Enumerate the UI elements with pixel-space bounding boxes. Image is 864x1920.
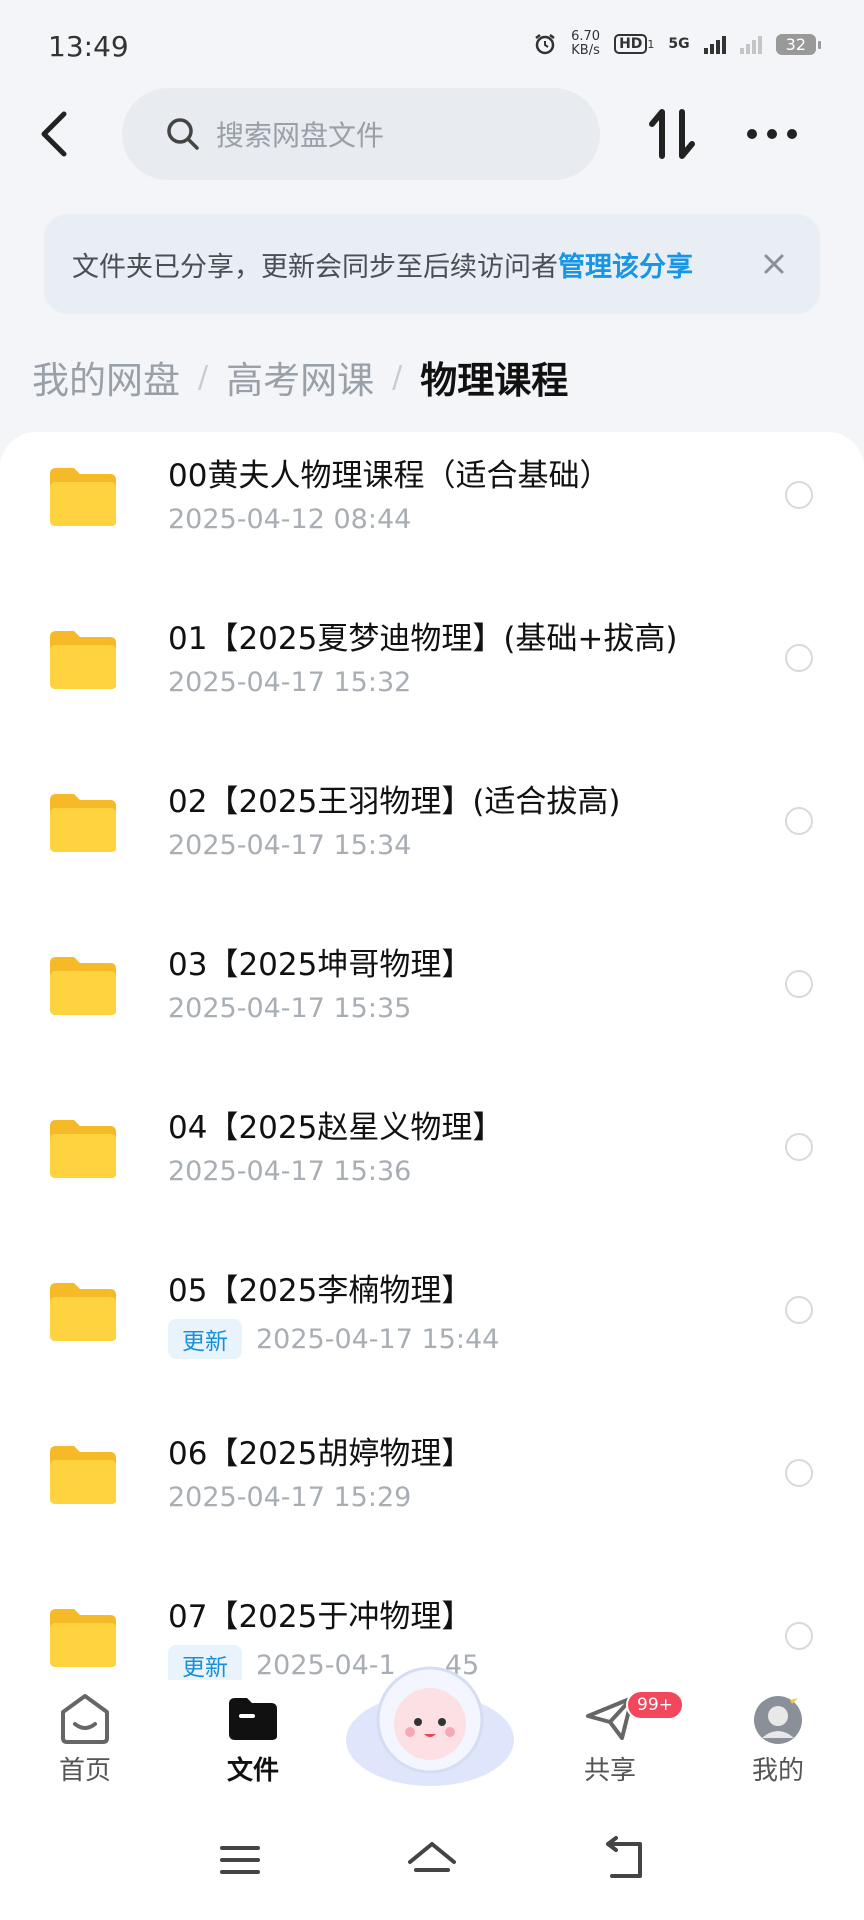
breadcrumb-separator: /	[198, 359, 209, 395]
file-row[interactable]: 02【2025王羽物理】(适合拔高) 2025-04-17 15:34	[0, 758, 864, 921]
folder-icon	[50, 1446, 116, 1504]
menu-icon[interactable]	[210, 1830, 270, 1890]
hd-label: HD	[614, 34, 648, 54]
status-time: 13:49	[48, 30, 129, 63]
update-tag: 更新	[168, 1645, 242, 1680]
file-meta: 更新 2025-04-17 15:44	[168, 1319, 499, 1359]
folder-icon	[50, 794, 116, 852]
select-checkbox[interactable]	[785, 644, 813, 672]
update-tag: 更新	[168, 1319, 242, 1359]
tab-files-label: 文件	[226, 1756, 279, 1786]
file-row[interactable]: 04【2025赵星义物理】 2025-04-17 15:36	[0, 1084, 864, 1247]
banner-text: 文件夹已分享，更新会同步至后续访问者	[72, 251, 558, 283]
file-name: 06【2025胡婷物理】	[168, 1436, 473, 1472]
back-nav-icon[interactable]	[594, 1830, 654, 1890]
home-icon	[61, 1694, 109, 1744]
hd-indicator: HD 1	[614, 34, 655, 54]
back-icon[interactable]	[28, 104, 82, 164]
file-date: 2025-04-17 15:44	[256, 1323, 500, 1355]
file-date: 2025-04-17 15:35	[168, 993, 412, 1024]
speed-value: 6.70	[571, 29, 601, 44]
select-checkbox[interactable]	[785, 970, 813, 998]
select-checkbox[interactable]	[785, 1622, 813, 1650]
status-icons: 6.70 KB/s HD 1 5G 32	[533, 30, 822, 58]
search-placeholder: 搜索网盘文件	[216, 119, 385, 152]
search-input[interactable]: 搜索网盘文件	[122, 88, 600, 180]
file-date: 2025-04-17 15:36	[168, 1156, 412, 1187]
file-meta: 2025-04-17 15:32	[168, 667, 411, 698]
battery-icon: 32	[775, 33, 822, 55]
file-row[interactable]: 05【2025李楠物理】 更新 2025-04-17 15:44	[0, 1247, 864, 1410]
file-meta: 2025-04-17 15:29	[168, 1482, 411, 1513]
share-badge: 99+	[626, 1690, 684, 1720]
speed-unit: KB/s	[571, 43, 600, 58]
file-row[interactable]: 03【2025坤哥物理】 2025-04-17 15:35	[0, 921, 864, 1084]
file-name: 02【2025王羽物理】(适合拔高)	[168, 784, 621, 820]
file-date: 2025-04-17 15:34	[168, 830, 412, 861]
hd-sub: 1	[647, 38, 655, 51]
status-bar: 13:49 6.70 KB/s HD 1 5G 32	[0, 0, 864, 96]
file-date: 2025-04-17 15:29	[168, 1482, 412, 1513]
top-bar: 搜索网盘文件	[0, 88, 864, 180]
share-banner: 文件夹已分享，更新会同步至后续访问者 管理该分享	[44, 214, 820, 314]
search-icon	[167, 118, 199, 150]
alarm-icon	[535, 34, 555, 55]
file-meta: 2025-04-17 15:35	[168, 993, 411, 1024]
file-name: 03【2025坤哥物理】	[168, 947, 473, 983]
file-name: 07【2025于冲物理】	[168, 1599, 473, 1635]
file-row[interactable]: 00黄夫人物理课程（适合基础） 2025-04-12 08:44	[0, 432, 864, 595]
file-date: 2025-04-12 08:44	[168, 504, 412, 535]
select-checkbox[interactable]	[785, 1133, 813, 1161]
folder-icon	[50, 1120, 116, 1178]
file-meta: 2025-04-17 15:34	[168, 830, 411, 861]
breadcrumb-current: 物理课程	[420, 359, 569, 402]
select-checkbox[interactable]	[785, 1459, 813, 1487]
breadcrumb-root[interactable]: 我的网盘	[32, 350, 180, 404]
folder-tab-icon	[229, 1698, 277, 1740]
folder-icon	[50, 468, 116, 526]
avatar	[754, 1692, 802, 1744]
manage-share-link[interactable]: 管理该分享	[558, 245, 693, 284]
breadcrumb-separator: /	[392, 359, 403, 395]
file-row[interactable]: 01【2025夏梦迪物理】(基础+拔高) 2025-04-17 15:32	[0, 595, 864, 758]
file-name: 01【2025夏梦迪物理】(基础+拔高)	[168, 621, 678, 657]
file-date: 2025-04-17 15:32	[168, 667, 412, 698]
select-checkbox[interactable]	[785, 807, 813, 835]
file-name: 04【2025赵星义物理】	[168, 1110, 504, 1146]
tab-mine-label: 我的	[751, 1756, 804, 1786]
file-meta: 2025-04-17 15:36	[168, 1156, 411, 1187]
network-speed: 6.70 KB/s	[571, 30, 600, 58]
tab-home-label: 首页	[58, 1756, 111, 1786]
sort-icon[interactable]	[646, 104, 698, 164]
more-icon[interactable]	[742, 104, 802, 164]
folder-icon	[50, 957, 116, 1015]
breadcrumb: 我的网盘 / 高考网课 / 物理课程	[32, 350, 568, 404]
tab-share-label: 共享	[583, 1756, 636, 1786]
mascot-icon[interactable]	[340, 1640, 520, 1800]
file-row[interactable]: 06【2025胡婷物理】 2025-04-17 15:29	[0, 1410, 864, 1573]
tab-home[interactable]: 首页	[15, 1690, 155, 1787]
select-checkbox[interactable]	[785, 481, 813, 509]
system-nav-bar	[0, 1800, 864, 1920]
file-list: 00黄夫人物理课程（适合基础） 2025-04-12 08:44 01【2025…	[0, 432, 864, 1680]
folder-icon	[50, 1609, 116, 1667]
select-checkbox[interactable]	[785, 1296, 813, 1324]
breadcrumb-parent[interactable]: 高考网课	[226, 350, 374, 404]
file-name: 05【2025李楠物理】	[168, 1273, 473, 1309]
folder-icon	[50, 631, 116, 689]
folder-icon	[50, 1283, 116, 1341]
signal-icon	[703, 34, 726, 54]
network-label: 5G	[668, 36, 690, 52]
tab-files[interactable]: 文件	[183, 1690, 323, 1787]
home-nav-icon[interactable]	[402, 1830, 462, 1890]
file-meta: 2025-04-12 08:44	[168, 504, 411, 535]
close-icon[interactable]	[756, 246, 792, 282]
file-name: 00黄夫人物理课程（适合基础）	[168, 458, 611, 494]
signal-icon-secondary	[739, 34, 762, 54]
tab-mine[interactable]: 我的	[708, 1690, 848, 1787]
